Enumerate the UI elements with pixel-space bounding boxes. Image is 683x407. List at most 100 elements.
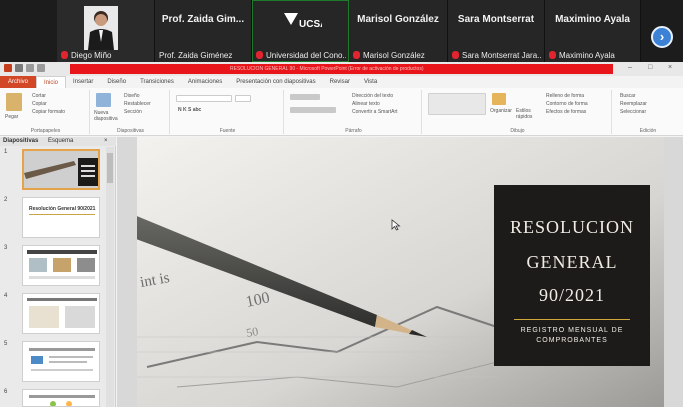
bullets-icon[interactable]: [290, 94, 320, 100]
title-box[interactable]: RESOLUCION GENERAL 90/2021 REGISTRO MENS…: [494, 185, 650, 366]
participant-tile-zaida[interactable]: Prof. Zaida Gim... Prof. Zaida Giménez: [155, 0, 252, 62]
next-participants-button[interactable]: ›: [651, 26, 673, 48]
participant-caption: Prof. Zaida Giménez: [159, 51, 233, 60]
close-icon[interactable]: ×: [668, 64, 672, 71]
mouse-cursor-icon: [391, 219, 401, 231]
arrange-button[interactable]: Organizar: [490, 108, 512, 114]
slide-number: 4: [4, 293, 8, 299]
slide-thumbnail-2[interactable]: Resolución General 90/2021: [22, 197, 100, 238]
tab-revisar[interactable]: Revisar: [323, 76, 357, 88]
replace-button[interactable]: Reemplazar: [620, 101, 647, 107]
redo-icon[interactable]: [37, 64, 45, 72]
powerpoint-app-icon[interactable]: [4, 64, 12, 72]
group-portapapeles: Pegar Cortar Copiar Copiar formato Porta…: [2, 90, 90, 134]
slide-thumbnail-3[interactable]: [22, 245, 100, 286]
bg-number-50: 50: [245, 324, 259, 340]
scrollbar-thumb[interactable]: [107, 153, 113, 183]
mic-muted-icon: [452, 51, 459, 59]
smartart-button[interactable]: Convertir a SmartArt: [352, 109, 398, 115]
undo-icon[interactable]: [26, 64, 34, 72]
layout-button[interactable]: Diseño: [124, 93, 140, 99]
group-parrafo: Dirección del texto Alinear texto Conver…: [286, 90, 422, 134]
tab-transiciones[interactable]: Transiciones: [133, 76, 181, 88]
participant-tile-sara[interactable]: Sara Montserrat Sara Montserrat Jara...: [448, 0, 545, 62]
powerpoint-window: RESOLUCION GENERAL 90 - Microsoft PowerP…: [0, 62, 683, 407]
participant-tile-maximino[interactable]: Maximino Ayala Maximino Ayala: [545, 0, 641, 62]
find-button[interactable]: Buscar: [620, 93, 636, 99]
participant-tile-ucsa[interactable]: UCSA Universidad del Cono...: [252, 0, 349, 62]
group-dibujo: Organizar Estilos rápidos Relleno de for…: [424, 90, 612, 134]
current-slide[interactable]: 100 50 int is RESOLUCION GENERAL 90/2021…: [137, 137, 664, 407]
slide-thumbnail-6[interactable]: [22, 389, 100, 407]
tab-archivo[interactable]: Archivo: [0, 76, 37, 88]
select-button[interactable]: Seleccionar: [620, 109, 646, 115]
paste-button[interactable]: Pegar: [5, 114, 18, 120]
maximize-icon[interactable]: □: [648, 64, 652, 71]
new-slide-icon[interactable]: [96, 93, 111, 107]
minimize-icon[interactable]: –: [628, 64, 632, 71]
shape-outline-button[interactable]: Contorno de forma: [546, 101, 588, 107]
slide-number: 5: [4, 341, 8, 347]
participant-name: Marisol González: [357, 14, 439, 25]
cut-button[interactable]: Cortar: [32, 93, 46, 99]
thumbnail-title: Resolución General 90/2021: [29, 206, 96, 212]
mic-muted-icon: [549, 51, 556, 59]
ribbon-tabs: Archivo Inicio Insertar Diseño Transicio…: [0, 76, 683, 88]
participant-caption: Marisol González: [353, 51, 445, 60]
section-button[interactable]: Sección: [124, 109, 142, 115]
format-painter-button[interactable]: Copiar formato: [32, 109, 65, 115]
participant-name: Maximino Ayala: [555, 14, 630, 25]
thumbnail-image: [27, 250, 97, 279]
tab-diapositivas[interactable]: Diapositivas: [3, 138, 38, 144]
slide-number: 3: [4, 245, 8, 251]
subtitle-line-2: COMPROBANTES: [536, 337, 608, 344]
arrange-icon[interactable]: [492, 93, 506, 105]
tab-insertar[interactable]: Insertar: [66, 76, 100, 88]
title-line-2: GENERAL: [526, 252, 618, 272]
participant-caption: Diego Miño: [61, 51, 152, 60]
reset-button[interactable]: Restablecer: [124, 101, 151, 107]
thumbnail-image: [29, 395, 95, 406]
tab-esquema[interactable]: Esquema: [48, 138, 73, 144]
shapes-gallery[interactable]: [428, 93, 486, 115]
slide-editor: 100 50 int is RESOLUCION GENERAL 90/2021…: [117, 137, 683, 407]
slides-pane: Diapositivas Esquema × 1 2 Resolución Ge…: [0, 137, 116, 407]
slide-number: 2: [4, 197, 8, 203]
slide-thumbnail-5[interactable]: [22, 341, 100, 382]
slide-thumbnail-1[interactable]: [22, 149, 100, 190]
title-bar: RESOLUCION GENERAL 90 - Microsoft PowerP…: [0, 62, 683, 76]
ribbon: Pegar Cortar Copiar Copiar formato Porta…: [0, 88, 683, 136]
bold-button[interactable]: N K S abc: [178, 107, 201, 113]
font-name-dropdown[interactable]: [176, 95, 232, 102]
tab-inicio[interactable]: Inicio: [36, 76, 67, 88]
align-icons[interactable]: [290, 107, 336, 113]
copy-button[interactable]: Copiar: [32, 101, 47, 107]
slide-thumbnail-4[interactable]: [22, 293, 100, 334]
shape-effects-button[interactable]: Efectos de formas: [546, 109, 586, 115]
participant-video: [84, 6, 118, 50]
save-icon[interactable]: [15, 64, 23, 72]
ucsa-logo: UCSA: [284, 13, 322, 30]
shape-fill-button[interactable]: Relleno de forma: [546, 93, 584, 99]
close-pane-icon[interactable]: ×: [104, 138, 108, 144]
mic-muted-icon: [353, 51, 360, 59]
participant-tile-diego[interactable]: Diego Miño: [57, 0, 155, 62]
new-slide-button[interactable]: Nueva diapositiva: [94, 110, 118, 122]
group-edicion: Buscar Reemplazar Seleccionar Edición: [614, 90, 682, 134]
participant-caption: Maximino Ayala: [549, 51, 638, 60]
paste-icon[interactable]: [6, 93, 22, 111]
participant-caption: Universidad del Cono...: [256, 51, 346, 60]
tab-diseno[interactable]: Diseño: [100, 76, 133, 88]
align-text-button[interactable]: Alinear texto: [352, 101, 380, 107]
quick-styles-button[interactable]: Estilos rápidos: [516, 108, 538, 120]
participant-tile-marisol[interactable]: Marisol González Marisol González: [349, 0, 448, 62]
ucsa-logo-text: UCSA: [299, 19, 322, 30]
tab-presentacion[interactable]: Presentación con diapositivas: [229, 76, 322, 88]
slides-scrollbar[interactable]: [106, 147, 114, 407]
tab-vista[interactable]: Vista: [357, 76, 384, 88]
font-size-dropdown[interactable]: [235, 95, 251, 102]
thumbnail-image: [27, 298, 97, 328]
text-direction-button[interactable]: Dirección del texto: [352, 93, 393, 99]
tab-animaciones[interactable]: Animaciones: [181, 76, 229, 88]
group-label: Edición: [639, 128, 657, 134]
